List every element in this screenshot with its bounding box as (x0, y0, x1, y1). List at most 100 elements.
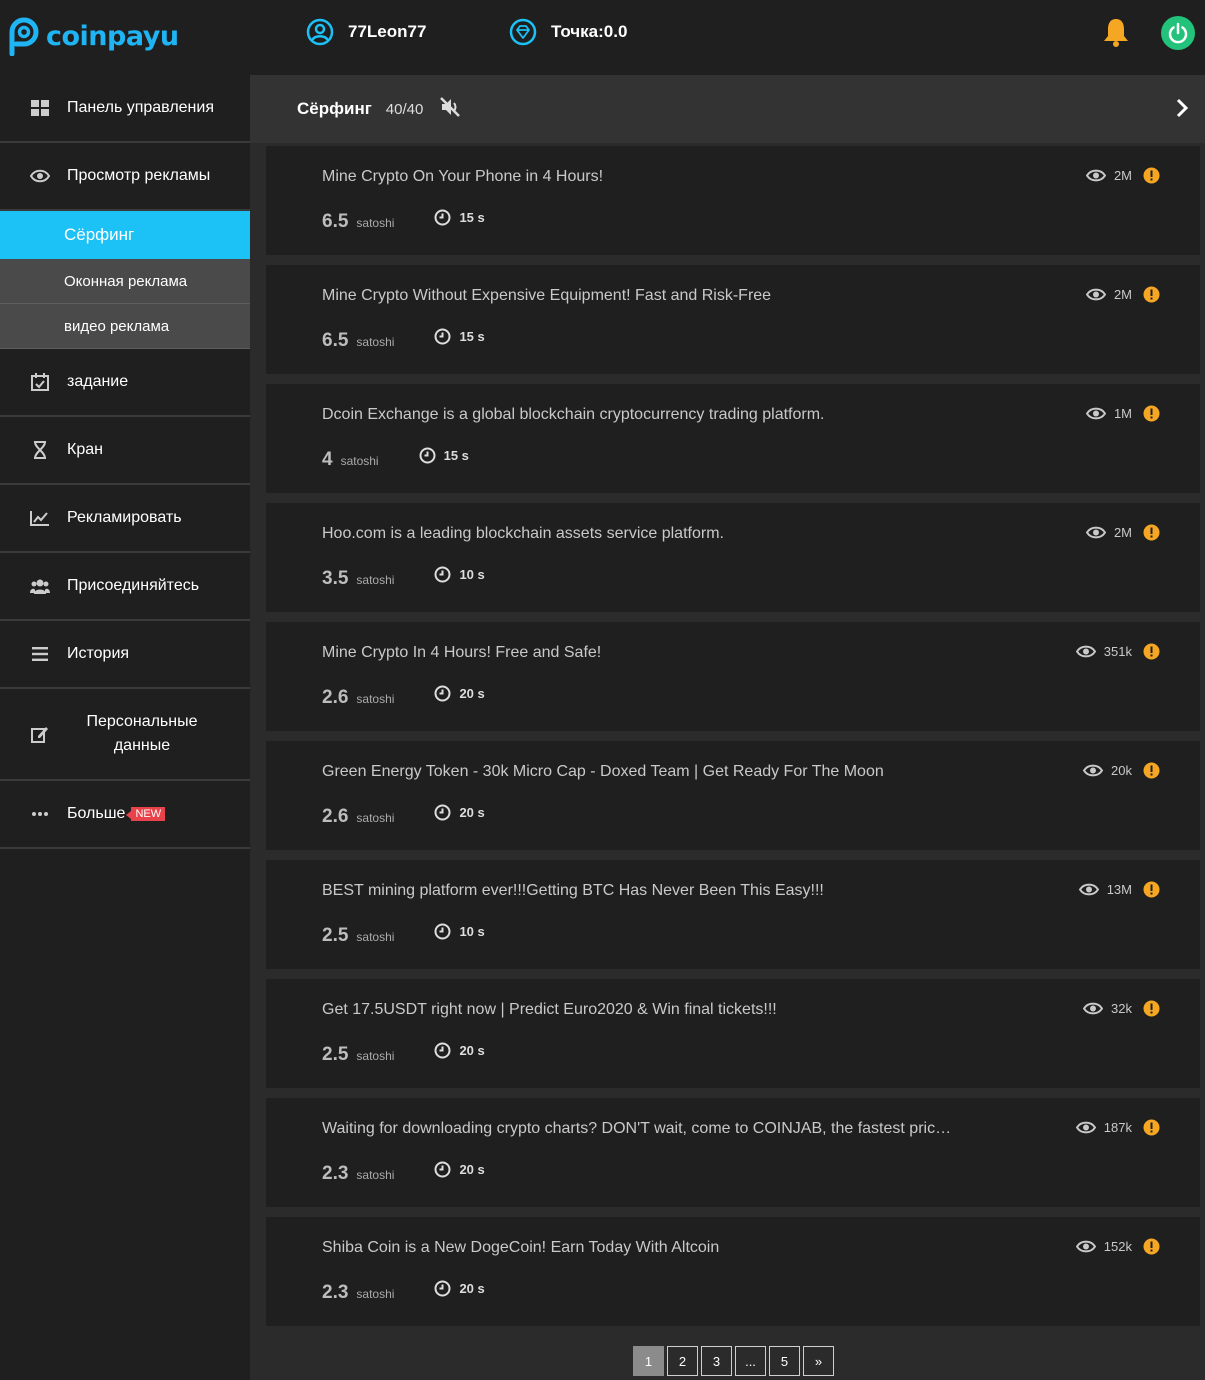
sidebar-subitem-video-ads[interactable]: видео реклама (0, 304, 250, 349)
ad-views-count: 152k (1103, 1239, 1132, 1254)
sidebar-item-faucet[interactable]: Кран (0, 417, 250, 485)
sidebar-item-join[interactable]: Присоединяйтесь (0, 553, 250, 621)
ad-meta: 2.6 satoshi 20 s (322, 804, 485, 828)
ad-reward: 4 (322, 449, 333, 470)
report-warning-icon[interactable] (1143, 643, 1160, 665)
report-warning-icon[interactable] (1143, 524, 1160, 546)
page-next-button[interactable]: » (803, 1346, 834, 1376)
eye-icon (1083, 764, 1104, 777)
hourglass-icon (30, 440, 50, 460)
ad-reward: 6.5 (322, 211, 349, 232)
sidebar: Панель управления Просмотр рекламы Сёрфи… (0, 75, 250, 1380)
ad-title[interactable]: BEST mining platform ever!!!Getting BTC … (322, 882, 824, 900)
ad-reward-unit: satoshi (356, 811, 395, 825)
sidebar-item-tasks[interactable]: задание (0, 349, 250, 417)
pagination: 1 2 3 ... 5 » (633, 1346, 837, 1376)
ad-card[interactable]: Green Energy Token - 30k Micro Cap - Dox… (266, 741, 1200, 850)
ad-views: 152k (1075, 1239, 1132, 1254)
sidebar-item-view-ads[interactable]: Просмотр рекламы (0, 143, 250, 211)
ad-title[interactable]: Green Energy Token - 30k Micro Cap - Dox… (322, 763, 884, 781)
ad-title[interactable]: Mine Crypto On Your Phone in 4 Hours! (322, 168, 603, 186)
ad-views-count: 187k (1103, 1120, 1132, 1135)
logo-mark-icon (9, 17, 39, 56)
more-dots-icon (30, 804, 50, 824)
ad-views: 351k (1075, 644, 1132, 659)
clock-icon (434, 1280, 451, 1297)
ad-reward: 3.5 (322, 568, 349, 589)
eye-icon (1078, 883, 1099, 896)
eye-icon (1075, 1121, 1096, 1134)
ad-reward-unit: satoshi (356, 1049, 395, 1063)
ad-views-count: 1M (1113, 406, 1132, 421)
ad-meta: 3.5 satoshi 10 s (322, 566, 485, 590)
ad-title[interactable]: Waiting for downloading crypto charts? D… (322, 1120, 951, 1138)
logo[interactable]: coinpayu (6, 16, 179, 56)
ad-card[interactable]: Get 17.5USDT right now | Predict Euro202… (266, 979, 1200, 1088)
notifications-button[interactable] (1100, 16, 1132, 53)
page-ellipsis[interactable]: ... (735, 1346, 766, 1376)
ad-title[interactable]: Shiba Coin is a New DogeCoin! Earn Today… (322, 1239, 719, 1257)
ad-title[interactable]: Mine Crypto In 4 Hours! Free and Safe! (322, 644, 601, 662)
ad-reward: 2.3 (322, 1282, 349, 1303)
ad-views: 2M (1085, 287, 1132, 302)
section-count: 40/40 (385, 100, 424, 118)
sidebar-item-label: Больше (67, 805, 126, 822)
report-warning-icon[interactable] (1143, 1000, 1160, 1022)
page-2-button[interactable]: 2 (667, 1346, 698, 1376)
ad-title[interactable]: Hoo.com is a leading blockchain assets s… (322, 525, 724, 543)
ad-reward: 2.5 (322, 1044, 349, 1065)
ad-meta: 6.5 satoshi 15 s (322, 209, 485, 233)
ad-card[interactable]: Mine Crypto Without Expensive Equipment!… (266, 265, 1200, 374)
power-icon (1168, 22, 1188, 44)
clock-icon (434, 685, 451, 702)
report-warning-icon[interactable] (1143, 881, 1160, 903)
ad-duration: 10 s (434, 923, 485, 940)
sound-off-icon[interactable] (439, 96, 461, 123)
edit-icon (30, 724, 50, 744)
ad-reward: 2.6 (322, 806, 349, 827)
ad-duration-text: 10 s (459, 567, 485, 582)
page-1-button[interactable]: 1 (633, 1346, 664, 1376)
report-warning-icon[interactable] (1143, 286, 1160, 308)
ad-card[interactable]: BEST mining platform ever!!!Getting BTC … (266, 860, 1200, 969)
ad-meta: 6.5 satoshi 15 s (322, 328, 485, 352)
report-warning-icon[interactable] (1143, 405, 1160, 427)
logout-button[interactable] (1161, 16, 1195, 50)
ad-card[interactable]: Dcoin Exchange is a global blockchain cr… (266, 384, 1200, 493)
sidebar-item-label: История (67, 645, 130, 662)
sidebar-item-advertise[interactable]: Рекламировать (0, 485, 250, 553)
list-icon (30, 644, 50, 664)
ad-views: 187k (1075, 1120, 1132, 1135)
report-warning-icon[interactable] (1143, 1119, 1160, 1141)
ad-card[interactable]: Mine Crypto On Your Phone in 4 Hours! 6.5… (266, 146, 1200, 255)
users-icon (30, 576, 50, 596)
ad-views-count: 13M (1106, 882, 1132, 897)
sidebar-item-dashboard[interactable]: Панель управления (0, 75, 250, 143)
page-5-button[interactable]: 5 (769, 1346, 800, 1376)
ad-title[interactable]: Mine Crypto Without Expensive Equipment!… (322, 287, 771, 305)
eye-icon (1085, 169, 1106, 182)
report-warning-icon[interactable] (1143, 1238, 1160, 1260)
ad-title[interactable]: Get 17.5USDT right now | Predict Euro202… (322, 1001, 777, 1019)
clock-icon (434, 328, 451, 345)
report-warning-icon[interactable] (1143, 167, 1160, 189)
sidebar-item-more[interactable]: Больше NEW (0, 781, 250, 849)
page-3-button[interactable]: 3 (701, 1346, 732, 1376)
sidebar-item-history[interactable]: История (0, 621, 250, 689)
ad-card[interactable]: Mine Crypto In 4 Hours! Free and Safe! 2.… (266, 622, 1200, 731)
chevron-right-icon[interactable] (1175, 97, 1189, 124)
sidebar-subitem-window-ads[interactable]: Оконная реклама (0, 259, 250, 304)
sidebar-item-personal-data[interactable]: Персональные данные (0, 689, 250, 781)
ad-duration: 20 s (434, 685, 485, 702)
ad-reward-unit: satoshi (356, 930, 395, 944)
clock-icon (419, 447, 436, 464)
ad-title[interactable]: Dcoin Exchange is a global blockchain cr… (322, 406, 824, 424)
ad-card[interactable]: Hoo.com is a leading blockchain assets s… (266, 503, 1200, 612)
report-warning-icon[interactable] (1143, 762, 1160, 784)
user-info[interactable]: 77Leon77 (306, 18, 426, 46)
ad-card[interactable]: Shiba Coin is a New DogeCoin! Earn Today… (266, 1217, 1200, 1326)
clock-icon (434, 804, 451, 821)
ad-card[interactable]: Waiting for downloading crypto charts? D… (266, 1098, 1200, 1207)
sidebar-subitem-surfing[interactable]: Сёрфинг (0, 211, 250, 259)
user-icon (306, 18, 334, 46)
